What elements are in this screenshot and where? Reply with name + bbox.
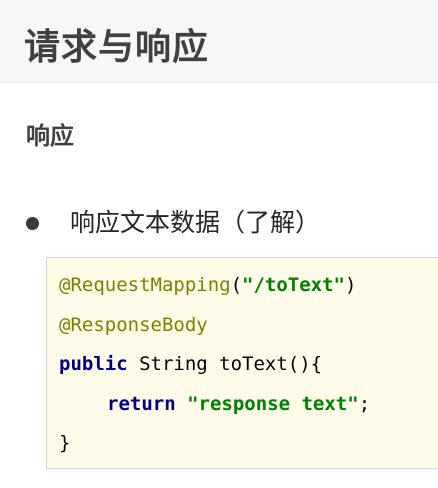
code-string: "/toText": [242, 274, 345, 296]
code-annotation: @RequestMapping: [59, 274, 231, 296]
code-line-5: }: [59, 430, 70, 456]
code-line-2: @ResponseBody: [59, 312, 208, 338]
bullet-item: 响应文本数据（了解）: [26, 205, 320, 241]
code-annotation: @ResponseBody: [59, 314, 208, 336]
code-line-4: return "response text";: [107, 391, 370, 417]
code-brace-close: }: [59, 432, 71, 454]
code-keyword: public: [59, 353, 128, 375]
code-keyword: return: [107, 393, 176, 415]
code-line-3: public String toText(){: [59, 351, 322, 377]
code-line-1: @RequestMapping("/toText"): [59, 272, 356, 298]
code-paren-open: (: [230, 274, 243, 296]
code-paren-close: ): [345, 274, 357, 296]
code-semicolon: ;: [358, 393, 371, 415]
bullet-dot-icon: [26, 216, 39, 230]
code-string: "response text": [187, 393, 359, 415]
bullet-text: 响应文本数据（了解）: [70, 208, 321, 237]
page-title: 请求与响应: [24, 27, 210, 68]
section-title: 响应: [26, 122, 74, 150]
code-text: String toText(){: [127, 353, 323, 375]
code-block: @RequestMapping("/toText") @ResponseBody…: [46, 257, 438, 469]
